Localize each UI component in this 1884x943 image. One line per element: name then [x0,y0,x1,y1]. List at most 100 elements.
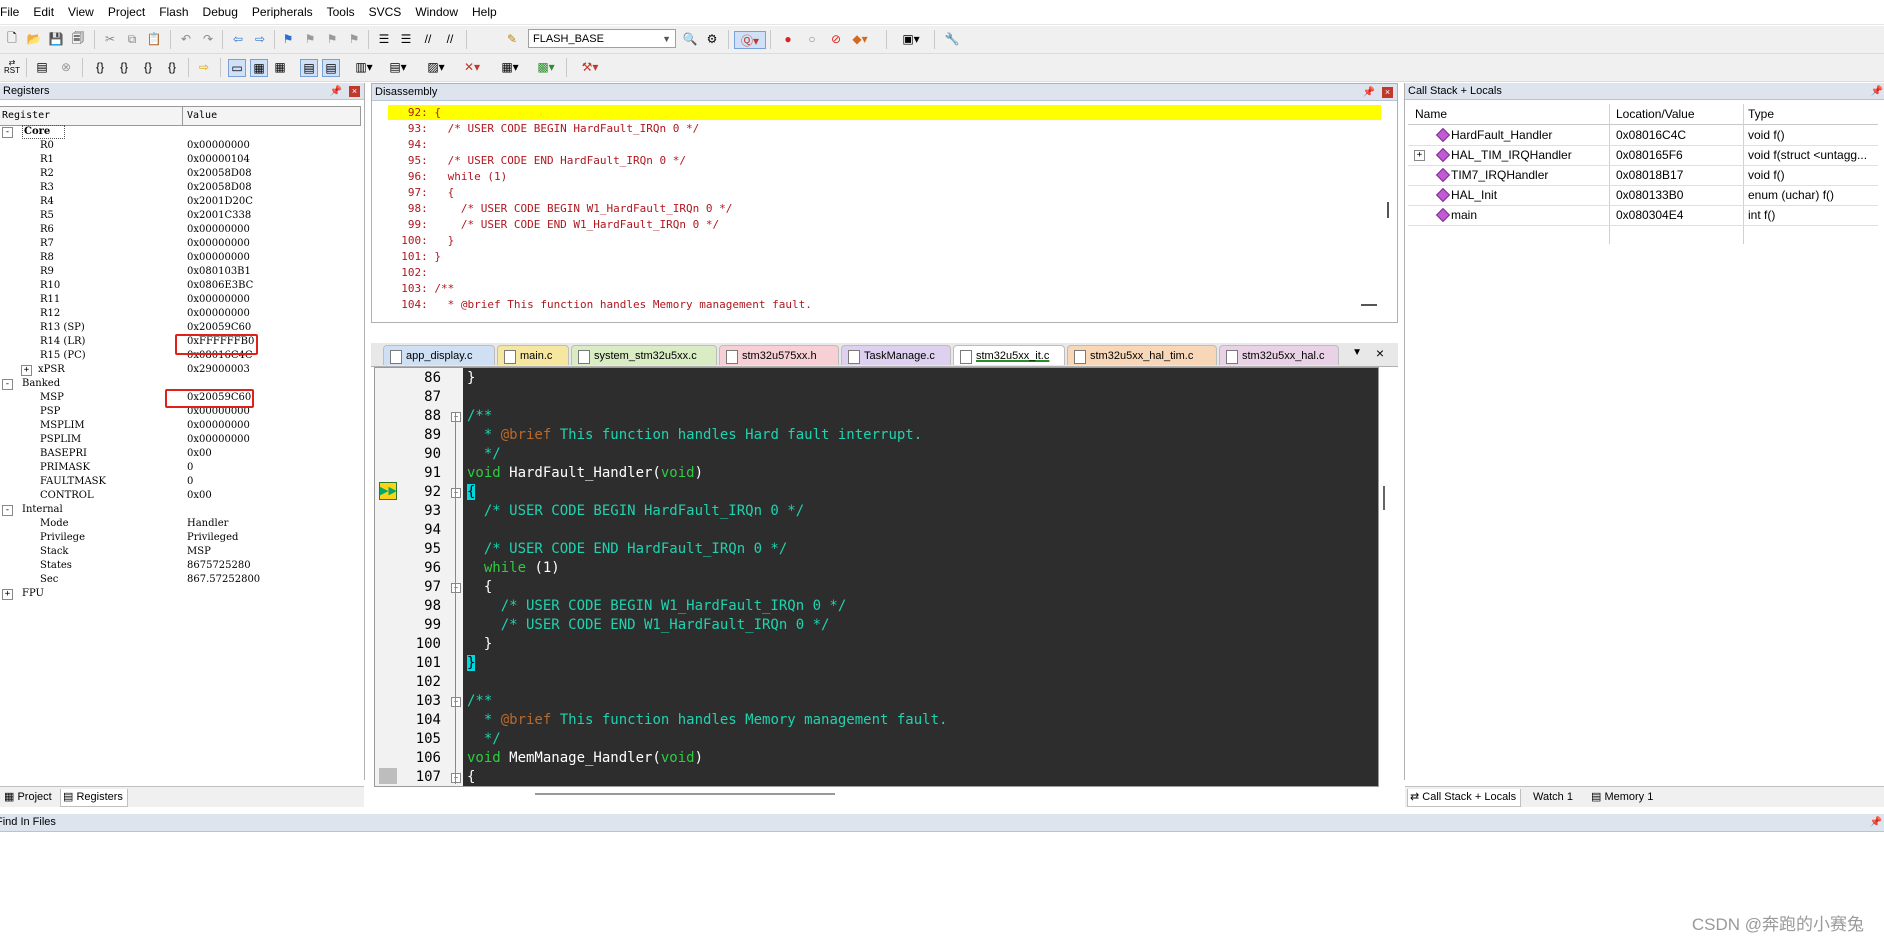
fold-toggle-icon[interactable]: − [451,773,461,783]
analysis-window-icon[interactable]: ✕▾ [458,59,486,75]
code-line[interactable] [463,521,467,540]
paste-icon[interactable]: 📋 [146,31,162,47]
fold-toggle-icon[interactable]: − [451,488,461,498]
register-row[interactable]: States 8675725280 [0,559,360,573]
tab-callstack[interactable]: ⇄ Call Stack + Locals [1407,789,1522,807]
disassembly-line[interactable]: 92: { [388,105,1388,121]
unindent-icon[interactable]: ☰ [398,31,414,47]
disassembly-window-icon[interactable]: ▦ [250,59,268,77]
debug-session-icon[interactable]: Ⓠ▾ [734,31,766,49]
callstack-row[interactable]: + HAL_TIM_IRQHandler 0x080165F6 void f(stru… [1408,145,1878,166]
code-line[interactable]: /* USER CODE BEGIN HardFault_IRQn 0 */ [463,502,804,521]
stop-icon[interactable]: ⊗ [58,59,74,75]
code-line[interactable]: void HardFault_Handler(void) [463,464,703,483]
reset-button[interactable]: ⇄ RST [2,59,22,75]
menu-peripherals[interactable]: Peripherals [245,0,320,24]
register-row[interactable]: FAULTMASK 0 [0,475,360,489]
callstack-row[interactable]: HAL_Init 0x080133B0 enum (uchar) f() [1408,185,1878,206]
disassembly-line[interactable]: 100: } [388,233,1388,249]
editor-hscroll[interactable] [535,793,835,795]
disassembly-line[interactable]: 103: /** [388,281,1388,297]
disassembly-line[interactable]: 93: /* USER CODE BEGIN HardFault_IRQn 0 … [388,121,1388,137]
callstack-row[interactable]: TIM7_IRQHandler 0x08018B17 void f() [1408,165,1878,186]
code-line[interactable]: /* USER CODE END HardFault_IRQn 0 */ [463,540,787,559]
menu-window[interactable]: Window [408,0,465,24]
serial-window-icon[interactable]: ▨▾ [422,59,450,75]
menu-debug[interactable]: Debug [196,0,245,24]
tab-project[interactable]: ▦ Project [2,789,56,806]
code-area[interactable]: } /** * @brief This function handles Hard… [463,368,1378,786]
disassembly-scrollbar[interactable] [1387,202,1389,218]
tab-file-stm32u5xx-hal-tim-c[interactable]: stm32u5xx_hal_tim.c [1067,345,1217,365]
nav-back-icon[interactable]: ⇦ [230,31,246,47]
code-line[interactable]: { [463,578,492,597]
disassembly-line[interactable]: 102: [388,265,1388,281]
cut-icon[interactable]: ✂ [102,31,118,47]
register-row[interactable]: R11 0x00000000 [0,293,360,307]
call-stack-window-icon[interactable]: ▤ [322,59,340,77]
tab-file-system-stm32u5xx-c[interactable]: system_stm32u5xx.c [571,345,717,365]
tab-file-main-c[interactable]: main.c [497,345,569,365]
step-over-icon[interactable]: {} [116,59,132,75]
menu-project[interactable]: Project [101,0,152,24]
tab-memory-1[interactable]: ▤ Memory 1 [1589,789,1657,806]
breakpoint-kill-icon[interactable]: ⊘ [828,31,844,47]
disassembly-line[interactable]: 95: /* USER CODE END HardFault_IRQn 0 */ [388,153,1388,169]
code-line[interactable]: } [463,654,476,673]
tab-file-stm32u5xx-it-c[interactable]: stm32u5xx_it.c [953,345,1065,365]
register-row[interactable]: MSPLIM 0x00000000 [0,419,360,433]
disassembly-line[interactable]: 101: } [388,249,1388,265]
comment-icon[interactable]: // [420,31,436,47]
tab-file-stm32u575xx-h[interactable]: stm32u575xx.h [719,345,839,365]
code-line[interactable]: /* USER CODE BEGIN W1_HardFault_IRQn 0 *… [463,597,847,616]
system-viewer-icon[interactable]: ▩▾ [532,59,560,75]
code-line[interactable]: */ [463,730,501,749]
registers-window-icon[interactable]: ▤ [300,59,318,77]
register-row[interactable]: Stack MSP [0,545,360,559]
code-line[interactable] [463,673,467,692]
register-row[interactable]: R8 0x00000000 [0,251,360,265]
register-row[interactable]: R0 0x00000000 [0,139,360,153]
indent-icon[interactable]: ☰ [376,31,392,47]
run-icon[interactable]: ▤ [34,59,50,75]
collapse-icon[interactable]: - [2,505,13,516]
bookmark-prev-icon[interactable]: ⚑ [302,31,318,47]
code-line[interactable]: while (1) [463,559,560,578]
register-row[interactable]: R12 0x00000000 [0,307,360,321]
register-row[interactable]: R13 (SP) 0x20059C60 [0,321,360,335]
tab-file-stm32u5xx-hal-c[interactable]: stm32u5xx_hal.c [1219,345,1339,365]
register-row[interactable]: R5 0x2001C338 [0,209,360,223]
disassembly-line[interactable]: 99: /* USER CODE END W1_HardFault_IRQn 0… [388,217,1388,233]
menu-tools[interactable]: Tools [320,0,362,24]
target-select[interactable]: FLASH_BASE ▼ [528,29,676,48]
close-icon[interactable]: × [1382,87,1393,98]
nav-forward-icon[interactable]: ⇨ [252,31,268,47]
find-icon[interactable]: 🔍 [682,31,698,47]
undo-icon[interactable]: ↶ [178,31,194,47]
menu-help[interactable]: Help [465,0,504,24]
code-line[interactable] [463,388,467,407]
register-row[interactable]: R1 0x00000104 [0,153,360,167]
callstack-row[interactable]: main 0x080304E4 int f() [1408,205,1878,226]
step-out-icon[interactable]: {} [140,59,156,75]
breakpoint-insert-icon[interactable]: ● [780,31,796,47]
expand-icon[interactable]: + [1414,150,1425,161]
register-row[interactable]: PSPLIM 0x00000000 [0,433,360,447]
register-row[interactable]: CONTROL 0x00 [0,489,360,503]
menu-svcs[interactable]: SVCS [362,0,409,24]
save-icon[interactable]: 💾 [48,31,64,47]
code-line[interactable]: */ [463,445,501,464]
close-tab-icon[interactable]: × [1376,345,1384,361]
tab-file-taskmanage-c[interactable]: TaskManage.c [841,345,951,365]
show-next-statement-icon[interactable]: ⇨ [196,59,212,75]
code-line[interactable]: { [463,483,476,502]
command-window-icon[interactable]: ▭ [228,59,246,77]
disassembly-hscroll[interactable] [1361,304,1377,306]
open-folder-icon[interactable]: 📂 [26,31,42,47]
bookmark-next-icon[interactable]: ⚑ [324,31,340,47]
expand-icon[interactable]: + [21,365,32,376]
register-row[interactable]: R6 0x00000000 [0,223,360,237]
configure-icon[interactable]: ⚙ [704,31,720,47]
register-row[interactable]: - Internal [0,503,360,517]
register-row[interactable]: - Core [0,125,360,139]
